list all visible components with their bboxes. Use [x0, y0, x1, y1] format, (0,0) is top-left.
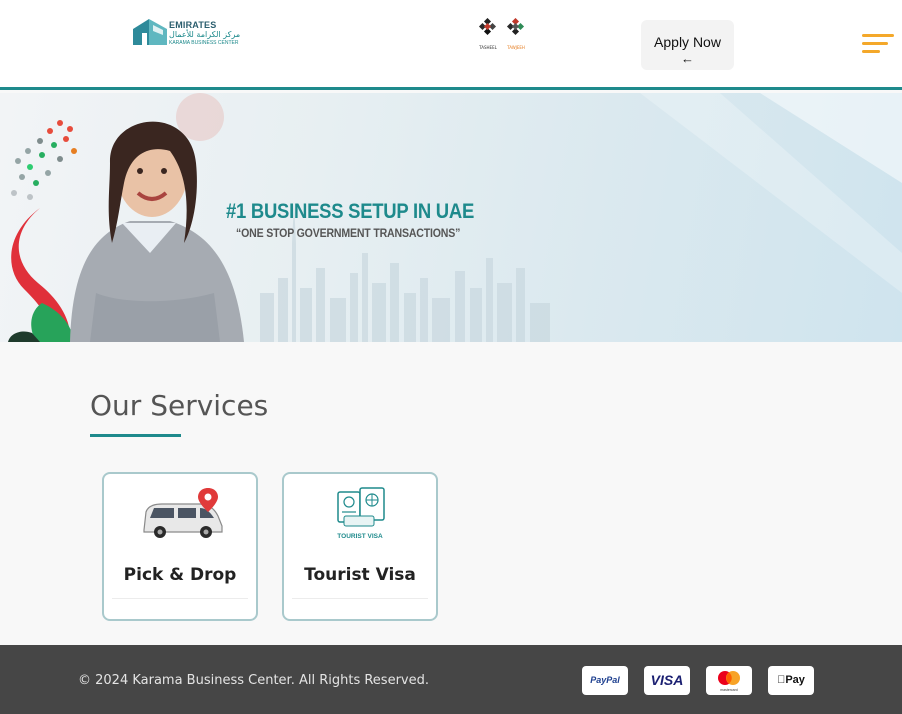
- logo-center-english: KARAMA BUSINESS CENTER: [169, 40, 239, 46]
- apply-now-label: Apply Now: [654, 33, 721, 50]
- copyright-text: © 2024 Karama Business Center. All Right…: [78, 673, 429, 688]
- dotted-fan-decoration: [11, 120, 77, 200]
- site-footer: © 2024 Karama Business Center. All Right…: [0, 645, 902, 714]
- service-card-pick-drop[interactable]: Pick & Drop: [102, 472, 258, 621]
- card-divider: [292, 598, 428, 599]
- hero-subline: “ONE STOP GOVERNMENT TRANSACTIONS”: [236, 226, 461, 240]
- hero-banner: #1 BUSINESS SETUP IN UAE “ONE STOP GOVER…: [0, 93, 902, 342]
- tawjeeh-emblem-icon: [506, 17, 525, 36]
- karama-business-center-logo[interactable]: EMIRATES مركز الكرامة للأعمال KARAMA BUS…: [133, 17, 245, 49]
- logo-center-arabic: مركز الكرامة للأعمال: [169, 30, 241, 39]
- paypal-icon: PayPal: [582, 666, 628, 695]
- hero-headline: #1 BUSINESS SETUP IN UAE: [226, 200, 475, 223]
- site-header: EMIRATES مركز الكرامة للأعمال KARAMA BUS…: [0, 0, 902, 90]
- service-label: Pick & Drop: [123, 565, 237, 585]
- building-logo-icon: [133, 19, 167, 45]
- mastercard-icon: mastercard: [706, 666, 752, 695]
- mastercard-wordmark: mastercard: [720, 688, 738, 692]
- tourist-visa-caption: TOURIST VISA: [337, 533, 383, 540]
- tasheel-caption: TASHEEL: [479, 45, 497, 50]
- title-underline: [90, 434, 181, 437]
- card-divider: [112, 598, 248, 599]
- apple-pay-icon: Pay: [768, 666, 814, 695]
- tasheel-emblem-icon: [478, 17, 497, 36]
- service-card-tourist-visa[interactable]: TOURIST VISA Tourist Visa: [282, 472, 438, 621]
- van-location-icon: [132, 488, 228, 544]
- tawjeeh-caption: TAWJEEH: [507, 45, 525, 50]
- government-partner-logos: TASHEEL TAWJEEH: [476, 17, 532, 52]
- service-label: Tourist Visa: [304, 565, 416, 585]
- arrow-left-icon: ←: [681, 50, 694, 66]
- tasheel-logo: TASHEEL: [476, 17, 500, 50]
- apply-now-button[interactable]: Apply Now ←: [641, 20, 734, 70]
- tawjeeh-logo: TAWJEEH: [504, 17, 528, 50]
- tourist-visa-icon: TOURIST VISA: [312, 487, 408, 544]
- hamburger-menu-icon[interactable]: [862, 34, 894, 56]
- visa-icon: VISA: [644, 666, 690, 695]
- logo-brand-english: EMIRATES: [169, 20, 217, 30]
- businesswoman-photo: [70, 121, 244, 342]
- services-section-title: Our Services: [90, 389, 269, 422]
